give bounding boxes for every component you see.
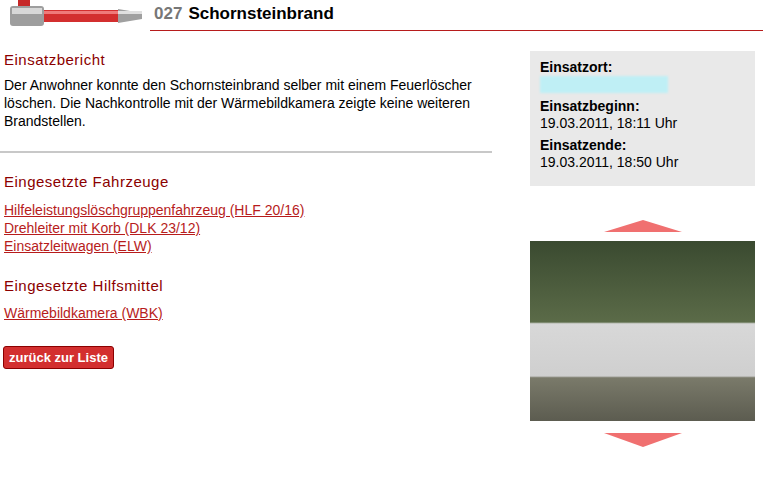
page: 027Schornsteinbrand Einsatzbericht Der Anw…	[0, 0, 763, 477]
report-heading: Einsatzbericht	[4, 51, 492, 69]
vehicle-list: Hilfeleistungslöschgruppenfahrzeug (HLF …	[4, 201, 492, 255]
arrow-down-icon[interactable]	[604, 433, 682, 447]
report-text: Der Anwohner konnte den Schornsteinbrand…	[4, 76, 492, 130]
main-column: Einsatzbericht Der Anwohner konnte den Sc…	[0, 51, 492, 447]
info-value: 19.03.2011, 18:50 Uhr	[540, 154, 745, 171]
info-box: Einsatzort:Einsatzbeginn:19.03.2011, 18:…	[530, 51, 755, 186]
info-field: Einsatzbeginn:19.03.2011, 18:11 Uhr	[540, 98, 745, 137]
info-label: Einsatzbeginn:	[540, 98, 745, 115]
back-button[interactable]: zurück zur Liste	[3, 346, 114, 369]
vehicle-link[interactable]: Einsatzleitwagen (ELW)	[4, 237, 492, 255]
info-field: Einsatzort:	[540, 59, 745, 98]
vehicle-link[interactable]: Drehleiter mit Korb (DLK 23/12)	[4, 219, 492, 237]
divider	[0, 151, 492, 153]
content: Einsatzbericht Der Anwohner konnte den Sc…	[0, 31, 763, 447]
info-label: Einsatzende:	[540, 137, 745, 154]
vehicle-photo	[530, 241, 755, 421]
equipment-list: Wärmebildkamera (WBK)	[4, 304, 492, 322]
equipment-heading: Eingesetzte Hilfsmittel	[4, 277, 492, 295]
arrow-up-icon[interactable]	[604, 220, 682, 232]
title-bar: 027Schornsteinbrand	[150, 1, 763, 32]
info-value: 19.03.2011, 18:11 Uhr	[540, 115, 745, 132]
gallery	[530, 220, 755, 447]
vehicles-heading: Eingesetzte Fahrzeuge	[4, 173, 492, 191]
redacted-value	[540, 76, 668, 93]
info-field: Einsatzende:19.03.2011, 18:50 Uhr	[540, 137, 745, 176]
info-label: Einsatzort:	[540, 59, 745, 76]
report-number: 027	[154, 1, 182, 27]
side-column: Einsatzort:Einsatzbeginn:19.03.2011, 18:…	[530, 51, 755, 447]
vehicle-link[interactable]: Hilfeleistungslöschgruppenfahrzeug (HLF …	[4, 201, 492, 219]
hose-nozzle-icon	[0, 0, 150, 31]
header: 027Schornsteinbrand	[0, 0, 763, 31]
equipment-link[interactable]: Wärmebildkamera (WBK)	[4, 304, 492, 322]
report-title: Schornsteinbrand	[188, 1, 333, 27]
